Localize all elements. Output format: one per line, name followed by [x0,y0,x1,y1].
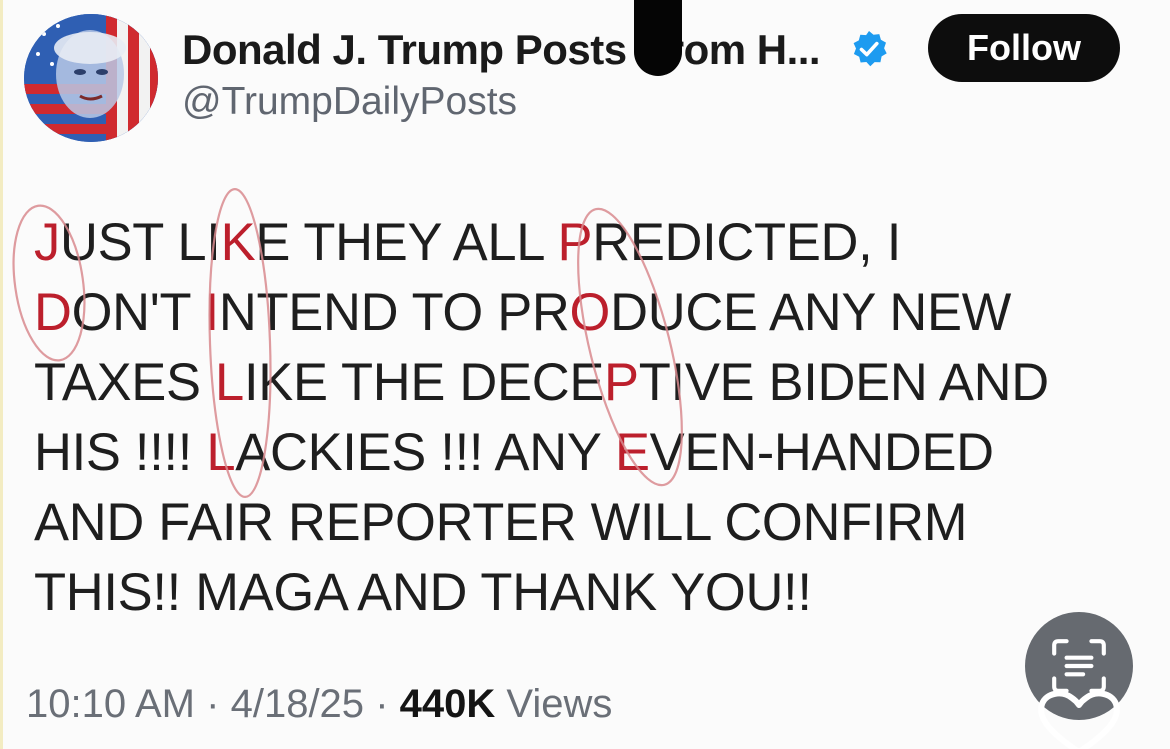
post-text-run: DUCE ANY NEW [610,283,1012,342]
follow-button[interactable]: Follow [928,14,1120,82]
post-text-run: I [206,213,221,272]
post-text-line: HIS !!!! LACKIES !!! ANY EVEN-HANDED [34,418,1114,488]
verified-badge-icon [850,30,888,68]
post-text-run: THIS!! MAGA AND THANK YOU!! [34,563,812,622]
user-handle[interactable]: @TrumpDailyPosts [182,80,517,124]
highlighted-letter: P [604,353,639,412]
post-text: JUST LIKE THEY ALL PREDICTED, I DON'T INT… [34,208,1114,628]
views-count: 440K [399,682,496,726]
redaction-mark [634,0,682,76]
heart-outline-icon[interactable] [1032,686,1126,749]
post-date[interactable]: 4/18/25 [231,682,364,726]
post-text-run: NTEND TO PR [218,283,570,342]
meta-separator: · [375,682,389,726]
highlighted-letter: L [206,423,236,482]
post-text-run: ACKIES !!! ANY [235,423,615,482]
views-label: Views [506,682,613,726]
highlighted-letter: D [34,283,72,342]
post-text-run: VEN-HANDED [649,423,994,482]
post-text-run: HIS !!!! [34,423,207,482]
post-text-run: UST L [59,213,207,272]
post-text-line: JUST LIKE THEY ALL PREDICTED, I [34,208,1114,278]
post-text-line: AND FAIR REPORTER WILL CONFIRM [34,488,1114,558]
highlighted-letter: E [614,423,650,482]
meta-separator: · [206,682,220,726]
post-time[interactable]: 10:10 AM [26,682,195,726]
avatar[interactable] [24,14,158,142]
post-text-line: THIS!! MAGA AND THANK YOU!! [34,558,1114,628]
highlighted-letter: K [220,213,256,272]
highlighted-letter: L [215,353,244,412]
post-text-run: TIVE BIDEN AND [638,353,1049,412]
post-text-run: AND FAIR REPORTER WILL CONFIRM [34,493,968,552]
highlighted-letter: I [204,283,220,342]
post-text-run: REDICTED, I [592,213,902,272]
highlighted-letter: P [557,213,593,272]
post-text-run: E THEY ALL [255,213,558,272]
highlighted-letter: O [569,283,611,342]
post-text-run: ON'T [71,283,205,342]
post-text-line: TAXES LIKE THE DECEPTIVE BIDEN AND [34,348,1114,418]
post-text-run: TAXES [34,353,216,412]
post-text-line: DON'T INTEND TO PRODUCE ANY NEW [34,278,1114,348]
display-name[interactable]: Donald J. Trump Posts rom H... [182,26,821,74]
post-meta: 10:10 AM · 4/18/25 · 440K Views [26,682,612,727]
display-name-tail: rom H... [667,26,821,73]
display-name-text: Donald J. Trump Posts [182,26,627,73]
post-text-run: IKE THE DECE [243,353,605,412]
left-edge-line [0,0,3,749]
highlighted-letter: J [34,213,60,272]
